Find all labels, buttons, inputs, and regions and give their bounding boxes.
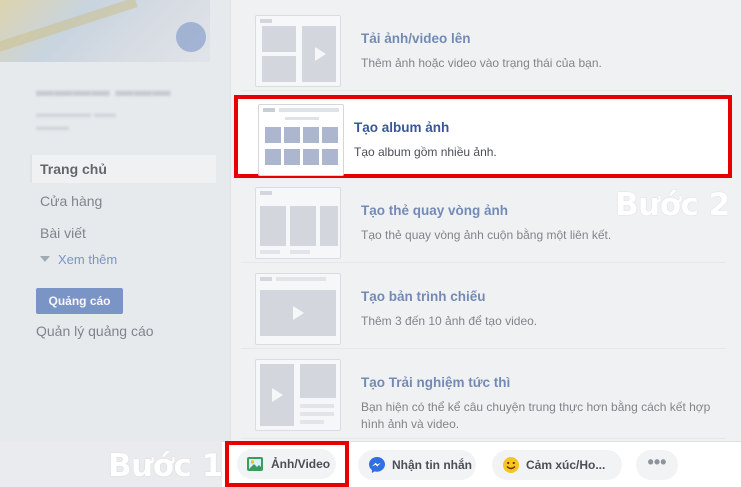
get-messages-button[interactable]: Nhận tin nhắn [358,450,476,480]
menu-item-create-slideshow[interactable]: Tạo bản trình chiếu Thêm 3 đến 10 ảnh để… [241,267,726,349]
menu-item-upload-photo-video[interactable]: Tải ảnh/video lên Thêm ảnh hoặc video và… [241,9,726,91]
sidebar-item-shop[interactable]: Cửa hàng [30,187,216,215]
menu-item-desc: Bạn hiện có thể kể câu chuyện trung thực… [361,400,711,431]
photo-icon [247,457,263,471]
feeling-activity-label: Cảm xúc/Ho... [526,458,606,472]
menu-item-title: Tải ảnh/video lên [361,31,471,46]
carousel-thumbnail [255,187,341,259]
see-more-link[interactable]: Xem thêm [40,252,117,268]
photo-video-label: Ảnh/Video [271,457,331,471]
slideshow-thumbnail [255,273,341,345]
page-name-blurred: ▬▬▬▬ ▬▬▬ [36,80,172,100]
manage-ads-link[interactable]: Quản lý quảng cáo [36,322,154,340]
smiley-icon [503,457,519,473]
instant-experience-thumbnail [255,359,341,431]
menu-item-desc: Thêm 3 đến 10 ảnh để tạo video. [361,314,538,328]
more-options-button[interactable]: ••• [636,450,678,480]
see-more-label: Xem thêm [58,252,118,267]
menu-item-desc: Tạo thẻ quay vòng ảnh cuộn bằng một liên… [361,228,612,242]
composer-action-bar: Ảnh/Video Nhận tin nhắn Cảm xúc/Ho... ••… [222,441,741,487]
album-thumbnail [258,104,344,176]
menu-item-title: Tạo thẻ quay vòng ảnh [361,203,509,218]
sidebar-item-posts[interactable]: Bài viết [30,219,216,247]
page-handle-blurred: ▬▬▬▬▬ ▬▬ ▬▬▬ [36,108,117,133]
page-left-column: ▬▬▬▬ ▬▬▬ ▬▬▬▬▬ ▬▬ ▬▬▬ Trang chủ Cửa hàng … [0,0,222,487]
step-2-label: Bước 2 [615,187,730,223]
menu-item-create-album[interactable]: Tạo album ảnh Tạo album gồm nhiều ảnh. [234,95,732,178]
feeling-activity-button[interactable]: Cảm xúc/Ho... [492,450,622,480]
sidebar-item-home[interactable]: Trang chủ [30,155,216,183]
step-1-label: Bước 1 [108,448,223,484]
menu-item-title: Tạo bản trình chiếu [361,289,486,304]
photo-video-highlight: Ảnh/Video [225,441,349,487]
menu-item-title: Tạo Trải nghiệm tức thì [361,375,511,390]
messenger-icon [369,457,385,473]
get-messages-label: Nhận tin nhắn [392,458,472,472]
camera-icon[interactable] [176,22,206,52]
photo-video-button[interactable]: Ảnh/Video [237,449,336,479]
menu-item-desc: Tạo album gồm nhiều ảnh. [354,145,497,159]
upload-thumbnail [255,15,341,87]
more-icon: ••• [647,452,667,472]
menu-item-desc: Thêm ảnh hoặc video vào trạng thái của b… [361,56,602,70]
chevron-down-icon [40,256,50,262]
promote-button[interactable]: Quảng cáo [36,288,123,314]
menu-item-title: Tạo album ảnh [354,120,450,135]
menu-item-create-instant-experience[interactable]: Tạo Trải nghiệm tức thì Bạn hiện có thể … [241,353,726,439]
